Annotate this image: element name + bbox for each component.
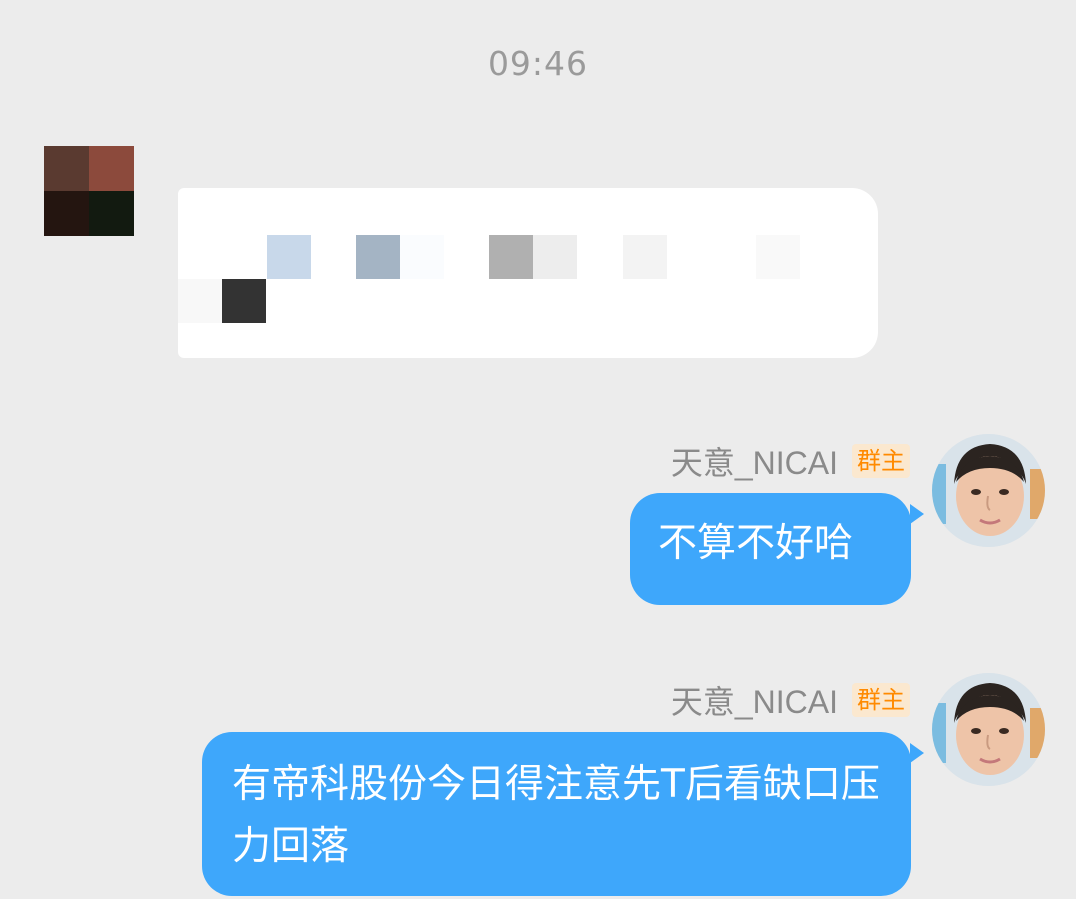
sender-avatar[interactable] — [932, 434, 1045, 547]
message-text: 有帝科股份今日得注意先T后看缺口压力回落 — [232, 762, 880, 869]
role-badge: 群主 — [852, 444, 910, 478]
avatar-pixel — [44, 191, 89, 236]
image-pixel — [756, 235, 800, 279]
image-pixel — [356, 235, 400, 279]
bubble-tail — [910, 743, 924, 763]
sender-name: 天意_NICAI — [670, 445, 838, 481]
bubble-tail — [910, 504, 924, 524]
image-pixel — [222, 279, 266, 323]
avatar-pixel — [89, 191, 134, 236]
image-message[interactable] — [178, 188, 878, 358]
chat-bubble[interactable]: 有帝科股份今日得注意先T后看缺口压力回落 — [202, 732, 911, 896]
image-pixel — [533, 235, 577, 279]
sender-info: 天意_NICAI 群主 — [671, 677, 910, 723]
sender-info: 天意_NICAI 群主 — [671, 438, 910, 484]
avatar-pixel — [89, 146, 134, 191]
person-photo-icon — [932, 673, 1045, 786]
chat-bubble[interactable]: 不算不好哈 — [630, 493, 911, 605]
sender-avatar[interactable] — [44, 146, 134, 236]
avatar-pixel — [44, 146, 89, 191]
role-badge: 群主 — [852, 683, 910, 717]
message-text: 不算不好哈 — [658, 521, 854, 566]
image-pixel — [178, 279, 222, 323]
sender-name: 天意_NICAI — [670, 684, 838, 720]
person-photo-icon — [932, 434, 1045, 547]
image-pixel — [489, 235, 533, 279]
image-pixel — [400, 235, 444, 279]
message-timestamp: 09:46 — [487, 44, 589, 83]
sender-avatar[interactable] — [932, 673, 1045, 786]
image-pixel — [623, 235, 667, 279]
image-pixel — [267, 235, 311, 279]
